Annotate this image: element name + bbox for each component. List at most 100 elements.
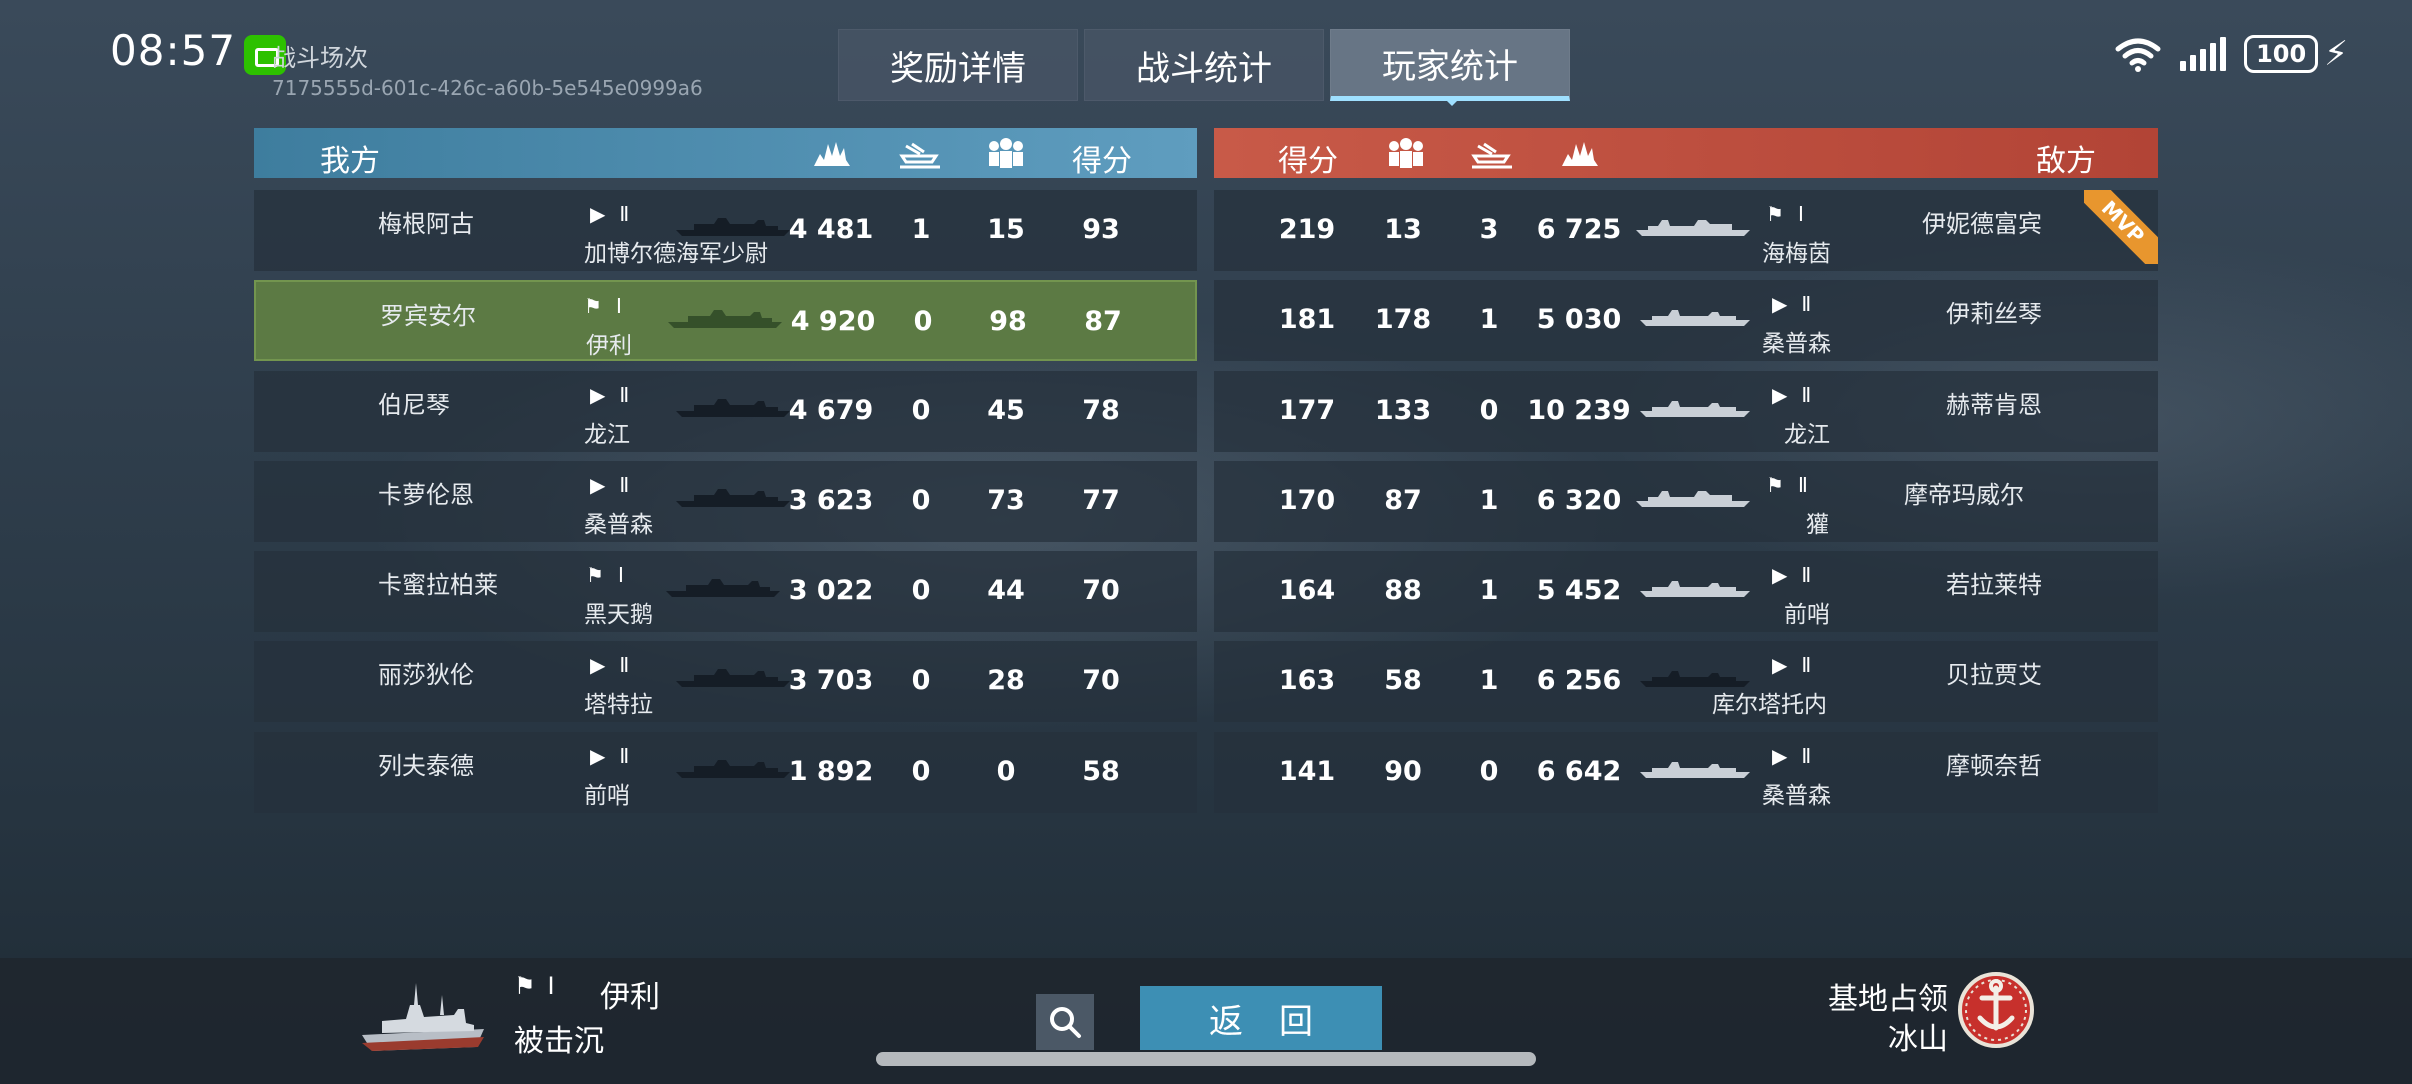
tier-label: Ⅱ [1801,292,1812,317]
score-value: 219 [1278,214,1336,245]
tier-marker: ⚑ Ⅰ [584,294,622,318]
tier-marker: ▶ Ⅱ [590,383,629,407]
damage-value: 5 452 [1536,575,1622,607]
ally-row[interactable]: 梅根阿古 ▶ Ⅱ 加博尔德海军少尉 4 481 1 15 93 [254,190,1197,271]
ally-row[interactable]: 卡萝伦恩 ▶ Ⅱ 桑普森 3 623 0 73 77 [254,460,1197,542]
damage-value: 5 030 [1536,304,1622,336]
score-value: 93 [1082,214,1120,245]
map-name: 冰山 [1888,1022,1948,1057]
ship-silhouette-icon [676,398,790,417]
enemy-row[interactable]: 163 58 1 6 256 ▶ Ⅱ 库尔塔托内 贝拉贾艾 [1214,641,2158,723]
ship-silhouette-icon [676,488,790,507]
enemy-row[interactable]: 181 178 1 5 030 ▶ Ⅱ 桑普森 伊莉丝琴 [1214,280,2158,362]
tab-battle-stats[interactable]: 战斗统计 [1084,29,1324,101]
tier-marker: ▶ Ⅱ [1772,653,1811,677]
play-icon: ▶ [590,472,606,497]
play-icon: ▶ [1772,743,1788,768]
score-value: 78 [1082,394,1120,426]
ship-name: 龙江 [1784,421,1830,448]
play-icon: ▶ [1772,563,1788,588]
ship-name: 黑天鹅 [584,602,653,629]
tier-label: Ⅰ [1797,202,1804,226]
battle-id: 7175555d-601c-426c-a60b-5e545e0999a6 [272,76,703,100]
tab-reward-details[interactable]: 奖励详情 [838,29,1078,101]
ship-silhouette-icon [1640,581,1750,598]
assist-value: 45 [987,394,1025,426]
search-button[interactable] [1036,994,1094,1050]
play-icon: ▶ [1772,382,1788,407]
status-time: 08:57 [110,26,237,75]
play-icon: ▶ [1772,292,1788,317]
ally-row[interactable]: 列夫泰德 ▶ Ⅱ 前哨 1 892 0 0 58 [254,731,1197,813]
ship-name: 塔特拉 [584,692,653,719]
damage-value: 6 642 [1536,755,1622,787]
assist-icon [989,138,1023,168]
enemy-row[interactable]: 164 88 1 5 452 ▶ Ⅱ 前哨 若拉莱特 [1214,551,2158,633]
kills-icon [899,142,940,169]
ship-name: 加博尔德海军少尉 [584,241,768,267]
ally-header: 我方 得分 [254,128,1197,179]
player-name: 摩顿奈哲 [1946,751,2042,780]
signal-icon [2180,37,2227,71]
ally-row[interactable]: 卡蜜拉柏莱 ⚑ Ⅰ 黑天鹅 3 022 0 44 70 [254,551,1197,633]
ship-silhouette-icon [676,669,790,688]
status-icons: 100 ⚡ [2114,34,2348,74]
ship-name: 桑普森 [584,511,653,538]
tier-label: Ⅱ [619,743,630,768]
player-name: 伊莉丝琴 [1946,300,2042,329]
damage-value: 6 725 [1536,214,1622,245]
player-name: 卡萝伦恩 [378,480,474,509]
score-value: 70 [1082,665,1120,697]
score-value: 58 [1082,755,1120,787]
player-ship-name: 伊利 [600,980,660,1015]
player-name: 若拉莱特 [1946,571,2042,600]
player-name: 梅根阿古 [378,210,474,238]
tier-label: Ⅱ [619,653,630,678]
ally-row[interactable]: 伯尼琴 ▶ Ⅱ 龙江 4 679 0 45 78 [254,370,1197,452]
tier-marker: ▶ Ⅱ [590,653,629,677]
search-icon [1050,1007,1081,1038]
battle-label: 战斗场次 [272,44,368,72]
tier-marker: ⚑ Ⅰ [1766,202,1804,226]
battle-mode: 基地占领 [1828,982,1948,1017]
tier-marker: ▶ Ⅱ [1772,563,1811,587]
home-indicator[interactable] [876,1052,1536,1066]
score-value: 170 [1278,484,1336,516]
ship-name: 伊利 [586,333,632,360]
tab-bar: 奖励详情 战斗统计 玩家统计 [838,29,1570,101]
ship-silhouette-icon [1636,220,1750,236]
rank-flag-icon: ⚑ [586,563,604,588]
score-value: 163 [1278,665,1336,697]
active-tab-indicator [1444,98,1460,106]
enemy-row[interactable]: 219 13 3 6 725 ⚑ Ⅰ 海梅茵 伊妮德富宾 MVP [1214,190,2158,271]
tab-player-stats[interactable]: 玩家统计 [1330,29,1570,101]
enemy-row[interactable]: 170 87 1 6 320 ⚑ Ⅱ 獾 摩帝玛威尔 [1214,460,2158,542]
player-name: 伊妮德富宾 [1922,210,2042,238]
tier-label: Ⅰ [615,294,622,319]
rank-flag-icon: ⚑ [584,294,602,319]
tier-label: Ⅰ [617,563,624,588]
ship-silhouette-icon [668,310,782,329]
wifi-icon [2115,38,2161,72]
player-status: 被击沉 [514,1024,604,1059]
ship-silhouette-icon [666,579,780,598]
damage-value: 6 320 [1536,484,1622,516]
tier-label: Ⅱ [619,202,630,226]
ship-silhouette-icon [1636,490,1750,507]
score-value: 141 [1278,755,1336,787]
enemy-row[interactable]: 141 90 0 6 642 ▶ Ⅱ 桑普森 摩顿奈哲 [1214,731,2158,813]
score-value: 70 [1082,575,1120,607]
tier-label: Ⅱ [1801,382,1812,407]
assist-value: 28 [987,665,1025,697]
damage-icon [1562,142,1598,166]
enemy-row[interactable]: 177 133 0 10 239 ▶ Ⅱ 龙江 赫蒂肯恩 [1214,370,2158,452]
player-name: 卡蜜拉柏莱 [378,571,498,600]
play-icon: ▶ [590,202,606,226]
ship-silhouette-icon [1640,310,1750,327]
score-value: 77 [1082,484,1120,516]
ally-team-label: 我方 [320,144,380,179]
score-value: 164 [1278,575,1336,607]
ally-row-current-player[interactable]: 罗宾安尔 ⚑ Ⅰ 伊利 4 920 0 98 87 [254,280,1197,362]
ally-row[interactable]: 丽莎狄伦 ▶ Ⅱ 塔特拉 3 703 0 28 70 [254,641,1197,723]
return-button[interactable]: 返回 [1140,986,1382,1050]
